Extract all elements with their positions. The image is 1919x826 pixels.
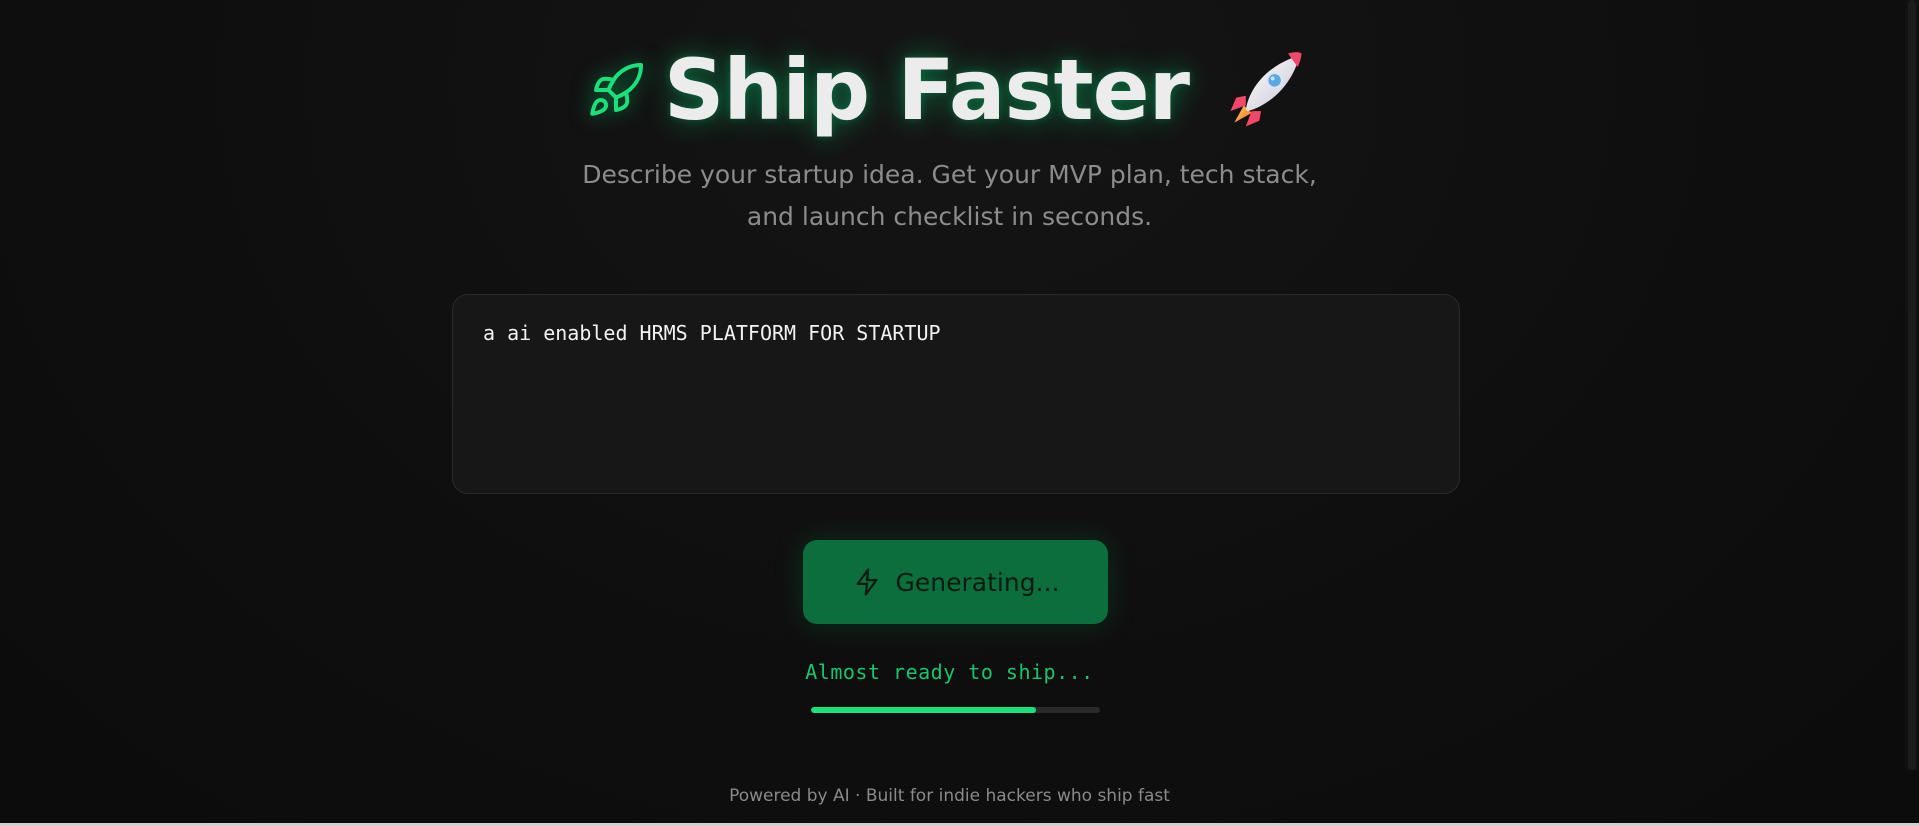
subtitle-line-1: Describe your startup idea. Get your MVP… — [582, 160, 1317, 189]
progress-bar — [811, 707, 1100, 713]
idea-input[interactable]: a ai enabled HRMS PLATFORM FOR STARTUP — [452, 294, 1460, 494]
title-row: Ship Faster — [0, 40, 1899, 140]
progress-bar-fill — [811, 707, 1037, 713]
scrollbar[interactable] — [1905, 0, 1919, 770]
rocket-emoji-icon — [1217, 42, 1313, 138]
scrollbar-thumb[interactable] — [1908, 0, 1916, 770]
bolt-icon — [852, 567, 882, 597]
generate-button[interactable]: Generating... — [803, 540, 1108, 624]
generate-button-label: Generating... — [895, 567, 1060, 597]
page-title: Ship Faster — [663, 41, 1190, 139]
hero: Ship Faster Describe your startup idea. … — [0, 40, 1899, 238]
subtitle: Describe your startup idea. Get your MVP… — [0, 154, 1899, 238]
page: Ship Faster Describe your startup idea. … — [0, 0, 1919, 826]
rocket-outline-icon — [586, 60, 646, 120]
subtitle-line-2: and launch checklist in seconds. — [746, 202, 1153, 231]
footer: Powered by AI · Built for indie hackers … — [729, 786, 1170, 806]
status-text: Almost ready to ship... — [805, 660, 1094, 684]
idea-input-value[interactable]: a ai enabled HRMS PLATFORM FOR STARTUP — [483, 321, 1429, 345]
